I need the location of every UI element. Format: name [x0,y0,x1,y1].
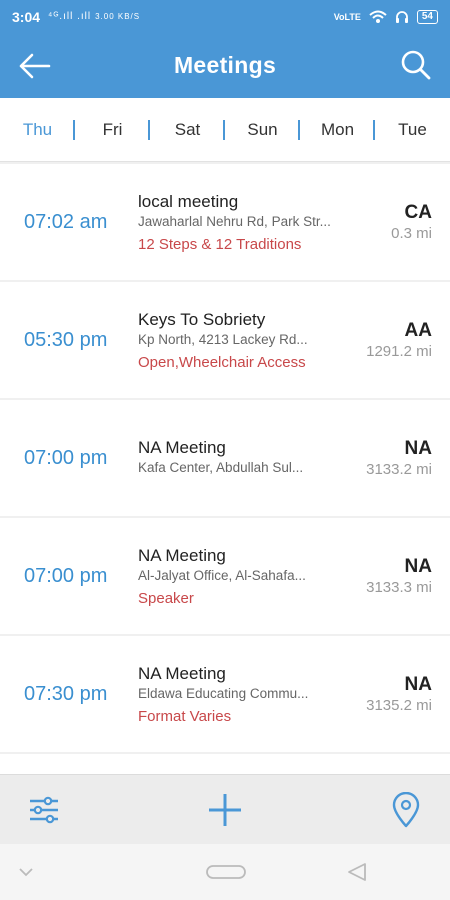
tab-tue[interactable]: Tue [375,120,450,140]
meeting-address: Jawaharlal Nehru Rd, Park Str... [138,213,331,229]
search-icon[interactable] [400,49,432,81]
plus-icon[interactable] [207,792,243,828]
meeting-meta: NA 3135.2 mi [366,636,432,752]
location-pin-icon[interactable] [388,792,424,828]
chevron-down-icon[interactable] [18,866,34,878]
tab-sun[interactable]: Sun [225,119,300,140]
wifi-icon [369,10,387,23]
tab-sat[interactable]: Sat [150,119,225,140]
status-bar: 3:04 ⁴ᴳ.ıll .ıll 3.00 KB/S VoLTE 54 [0,0,450,33]
meeting-meta: CA 0.3 mi [391,164,432,280]
status-time: 3:04 [12,8,41,25]
data-speed: 3.00 KB/S [95,12,141,21]
meeting-info: NA Meeting Kafa Center, Abdullah Sul... [138,400,356,516]
meeting-time: 07:30 pm [24,682,108,705]
meeting-fellowship: NA [404,438,432,459]
meeting-types: Open,Wheelchair Access [138,353,306,371]
tab-fri[interactable]: Fri [75,119,150,140]
meeting-item[interactable]: 07:00 pm NA Meeting Kafa Center, Abdulla… [0,400,450,516]
meeting-fellowship: NA [404,556,432,577]
meeting-fellowship: NA [404,674,432,695]
meeting-name: NA Meeting [138,437,226,457]
bottom-toolbar [0,774,450,844]
meeting-types: 12 Steps & 12 Traditions [138,235,302,253]
meeting-info: local meeting Jawaharlal Nehru Rd, Park … [138,164,356,280]
app-bar: Meetings [0,33,450,98]
meeting-time: 07:00 pm [24,564,108,587]
sliders-icon[interactable] [26,792,62,828]
meeting-meta: NA 3133.3 mi [366,518,432,634]
day-tabs: Thu Fri Sat Sun Mon Tue [0,98,450,162]
meeting-name: Keys To Sobriety [138,309,266,329]
meeting-list: 07:02 am local meeting Jawaharlal Nehru … [0,162,450,774]
meeting-item[interactable]: 07:02 am local meeting Jawaharlal Nehru … [0,164,450,280]
headphones-icon [395,10,408,23]
meeting-types: Format Varies [138,707,232,725]
battery-indicator: 54 [416,9,438,24]
meeting-item[interactable]: 07:30 pm NA Meeting Eldawa Educating Com… [0,636,450,752]
meeting-item[interactable]: 05:30 pm Keys To Sobriety Kp North, 4213… [0,282,450,398]
signal-indicator: ⁴ᴳ.ıll .ıll [48,11,92,22]
meeting-time: 07:02 am [24,210,108,233]
meeting-distance: 3133.3 mi [366,579,432,596]
meeting-fellowship: AA [404,320,432,341]
back-triangle-icon[interactable] [346,862,368,882]
meeting-meta: AA 1291.2 mi [366,282,432,398]
meeting-item[interactable]: 07:00 pm NA Meeting Al-Jalyat Office, Al… [0,518,450,634]
meeting-address: Kafa Center, Abdullah Sul... [138,459,304,475]
meeting-distance: 3135.2 mi [366,697,432,714]
meeting-address: Eldawa Educating Commu... [138,685,309,701]
meeting-time: 07:00 pm [24,446,108,469]
meeting-info: NA Meeting Al-Jalyat Office, Al-Sahafa..… [138,518,356,634]
meeting-name: NA Meeting [138,545,226,565]
tab-mon[interactable]: Mon [300,119,375,140]
arrow-left-icon[interactable] [18,51,52,81]
meeting-address: Kp North, 4213 Lackey Rd... [138,331,308,347]
system-nav-bar [0,844,450,900]
meeting-info: Keys To Sobriety Kp North, 4213 Lackey R… [138,282,356,398]
tab-thu[interactable]: Thu [0,119,75,140]
meeting-name: NA Meeting [138,663,226,683]
meeting-fellowship: CA [404,202,432,223]
meeting-types: Speaker [138,589,194,607]
meeting-time: 05:30 pm [24,328,108,351]
meeting-meta: NA 3133.2 mi [366,400,432,516]
home-button-icon[interactable] [206,864,246,880]
meeting-name: local meeting [138,191,239,211]
meeting-distance: 0.3 mi [391,225,432,242]
page-title: Meetings [173,52,277,78]
meeting-info: NA Meeting Eldawa Educating Commu... For… [138,636,356,752]
network-label: VoLTE [333,11,361,22]
meeting-distance: 1291.2 mi [366,343,432,360]
meeting-distance: 3133.2 mi [366,461,432,478]
meeting-address: Al-Jalyat Office, Al-Sahafa... [138,567,306,583]
meeting-item[interactable] [0,754,450,774]
